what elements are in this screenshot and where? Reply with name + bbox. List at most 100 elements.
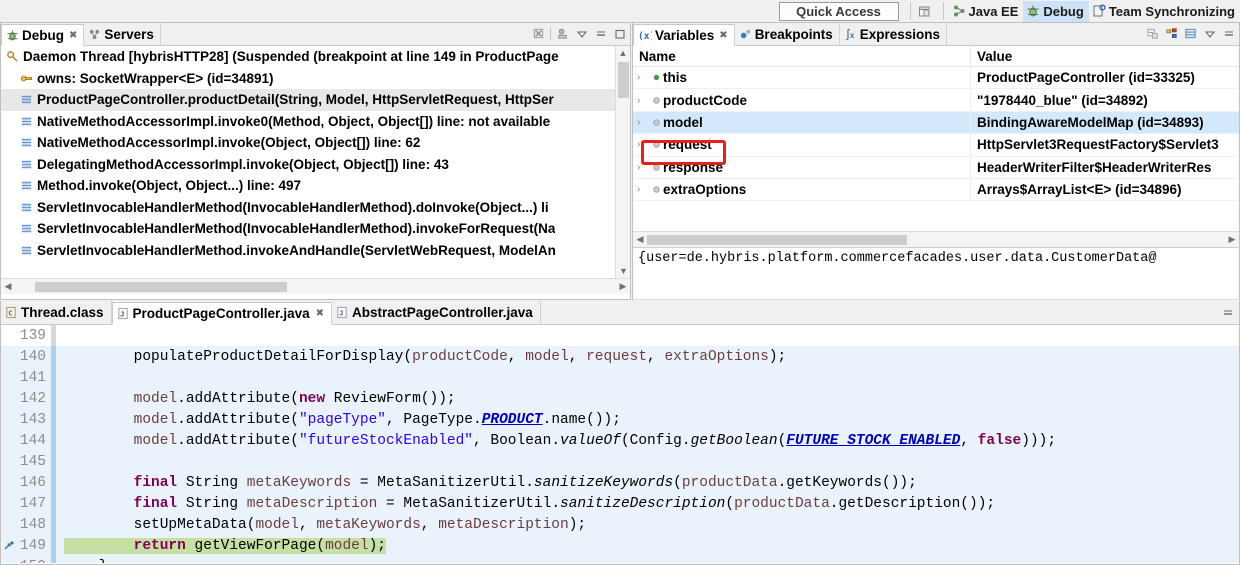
remove-all-terminated-icon[interactable] bbox=[531, 26, 546, 41]
hscroll-thumb[interactable] bbox=[35, 282, 287, 292]
variable-value-model[interactable]: BindingAwareModelMap (id=34893) bbox=[971, 112, 1239, 133]
tree-row-frame-3[interactable]: DelegatingMethodAccessorImpl.invoke(Obje… bbox=[1, 154, 630, 176]
minimize-icon[interactable] bbox=[593, 26, 608, 41]
token: return bbox=[133, 537, 186, 554]
scroll-right-arrow-icon[interactable]: ▶ bbox=[616, 281, 630, 292]
token: ); bbox=[768, 348, 787, 365]
variable-name-cell[interactable]: › request bbox=[633, 134, 971, 156]
view-menu-icon[interactable] bbox=[1202, 26, 1217, 41]
token: ))); bbox=[1021, 432, 1057, 449]
perspective-team-synchronizing[interactable]: Team Synchronizing bbox=[1089, 1, 1240, 22]
code-line-143[interactable]: 143 model.addAttribute("pageType", PageT… bbox=[1, 409, 1239, 430]
scroll-right-arrow-icon[interactable]: ▶ bbox=[1225, 234, 1239, 245]
code-line-145[interactable]: 145 bbox=[1, 451, 1239, 472]
tab-debug[interactable]: Debug ✖ bbox=[1, 24, 85, 46]
tree-row-frame-4[interactable]: Method.invoke(Object, Object...) line: 4… bbox=[1, 175, 630, 197]
perspective-java-ee[interactable]: Java EE bbox=[949, 1, 1024, 22]
expand-arrow-icon[interactable]: › bbox=[637, 117, 649, 128]
tree-row-frame-5[interactable]: ServletInvocableHandlerMethod(InvocableH… bbox=[1, 197, 630, 219]
variable-row-extraOptions[interactable]: › extraOptions Arrays$ArrayList<E> (id=3… bbox=[633, 178, 1239, 202]
variable-name-cell[interactable]: › extraOptions bbox=[633, 178, 971, 201]
tab-breakpoints[interactable]: Breakpoints bbox=[735, 23, 840, 45]
tree-row-frame-2[interactable]: NativeMethodAccessorImpl.invoke(Object, … bbox=[1, 132, 630, 154]
editor-tab-close-icon[interactable]: ✖ bbox=[316, 308, 324, 319]
variable-value-request[interactable]: HttpServlet3RequestFactory$Servlet3 bbox=[971, 134, 1239, 155]
tree-row-frame-1[interactable]: NativeMethodAccessorImpl.invoke0(Method,… bbox=[1, 111, 630, 133]
editor-minimize-icon[interactable] bbox=[1221, 306, 1235, 320]
tab-variables-close-icon[interactable]: ✖ bbox=[719, 30, 727, 41]
variable-value-productCode[interactable]: "1978440_blue" (id=34892) bbox=[971, 89, 1239, 110]
collapse-all-icon[interactable] bbox=[1145, 26, 1160, 41]
column-header-name[interactable]: Name bbox=[633, 46, 971, 66]
debug-tree-horizontal-scrollbar[interactable]: ◀ ▶ bbox=[1, 278, 630, 294]
tree-row-frame-7[interactable]: ServletInvocableHandlerMethod.invokeAndH… bbox=[1, 240, 630, 262]
scroll-down-arrow-icon[interactable]: ▼ bbox=[616, 264, 630, 278]
variable-row-request[interactable]: › request HttpServlet3RequestFactory$Ser… bbox=[633, 134, 1239, 157]
editor-tab-thread-class-label: Thread.class bbox=[21, 305, 104, 320]
scroll-left-arrow-icon[interactable]: ◀ bbox=[1, 281, 15, 292]
java-file-icon: J bbox=[336, 306, 349, 319]
debug-stack-tree[interactable]: Daemon Thread [hybrisHTTP28] (Suspended … bbox=[1, 46, 630, 278]
code-line-147[interactable]: 147 final String metaDescription = MetaS… bbox=[1, 493, 1239, 514]
tree-row-frame-6[interactable]: ServletInvocableHandlerMethod(InvocableH… bbox=[1, 218, 630, 240]
open-perspective-icon[interactable] bbox=[916, 2, 934, 20]
minimize-icon[interactable] bbox=[1221, 26, 1236, 41]
variable-row-this[interactable]: › this ProductPageController (id=33325) bbox=[633, 67, 1239, 90]
code-line-146[interactable]: 146 final String metaKeywords = MetaSani… bbox=[1, 472, 1239, 493]
variable-name-cell[interactable]: › productCode bbox=[633, 89, 971, 111]
view-menu-icon[interactable] bbox=[574, 26, 589, 41]
editor-tab-thread-class[interactable]: C Thread.class bbox=[1, 301, 112, 324]
code-line-150[interactable]: 150 } bbox=[1, 556, 1239, 563]
class-file-icon: C bbox=[5, 306, 18, 319]
token: new bbox=[298, 390, 326, 407]
tree-row-monitor[interactable]: owns: SocketWrapper<E> (id=34891) bbox=[1, 68, 630, 90]
hscroll-thumb[interactable] bbox=[647, 235, 907, 245]
variable-name-cell[interactable]: › response bbox=[633, 156, 971, 178]
variable-value-this[interactable]: ProductPageController (id=33325) bbox=[971, 67, 1239, 88]
code-line-149[interactable]: 149 return getViewForPage(model); bbox=[1, 535, 1239, 556]
scroll-left-arrow-icon[interactable]: ◀ bbox=[633, 234, 647, 245]
expand-arrow-icon[interactable]: › bbox=[637, 72, 649, 83]
code-editor-area[interactable]: 139 140 populateProductDetailForDisplay(p… bbox=[1, 325, 1239, 563]
variable-value-extraOptions[interactable]: Arrays$ArrayList<E> (id=34896) bbox=[971, 179, 1239, 200]
token: "pageType" bbox=[298, 411, 386, 428]
tab-expressions[interactable]: ∫ x Expressions bbox=[840, 23, 948, 45]
tab-servers[interactable]: Servers bbox=[84, 23, 161, 45]
code-line-140[interactable]: 140 populateProductDetailForDisplay(prod… bbox=[1, 346, 1239, 367]
tree-row-thread[interactable]: Daemon Thread [hybrisHTTP28] (Suspended … bbox=[1, 46, 630, 68]
code-line-141[interactable]: 141 bbox=[1, 367, 1239, 388]
code-line-148[interactable]: 148 setUpMetaData(model, metaKeywords, m… bbox=[1, 514, 1239, 535]
token: (Config. bbox=[620, 432, 691, 449]
editor-tab-productpagecontroller[interactable]: J ProductPageController.java ✖ bbox=[111, 302, 332, 325]
quick-access-field[interactable]: Quick Access bbox=[778, 1, 899, 21]
variable-row-productCode[interactable]: › productCode "1978440_blue" (id=34892) bbox=[633, 89, 1239, 112]
variables-table[interactable]: Name Value › this ProductPageController … bbox=[633, 46, 1239, 231]
code-line-142[interactable]: 142 model.addAttribute(new ReviewForm())… bbox=[1, 388, 1239, 409]
perspective-debug[interactable]: Debug bbox=[1023, 0, 1089, 22]
layout-icon[interactable] bbox=[1183, 26, 1198, 41]
variable-value-response[interactable]: HeaderWriterFilter$HeaderWriterRes bbox=[971, 157, 1239, 178]
drop-to-frame-icon[interactable] bbox=[555, 26, 570, 41]
tree-row-frame-0[interactable]: ProductPageController.productDetail(Stri… bbox=[1, 89, 630, 111]
maximize-icon[interactable] bbox=[612, 26, 627, 41]
editor-tab-abstractpagecontroller[interactable]: J AbstractPageController.java bbox=[332, 301, 541, 324]
tab-debug-close-icon[interactable]: ✖ bbox=[69, 30, 77, 41]
code-line-139[interactable]: 139 bbox=[1, 325, 1239, 346]
tab-variables[interactable]: (x) Variables ✖ bbox=[633, 24, 735, 46]
column-header-value[interactable]: Value bbox=[971, 46, 1239, 66]
code-line-144[interactable]: 144 model.addAttribute("futureStockEnabl… bbox=[1, 430, 1239, 451]
variable-name-cell[interactable]: › model bbox=[633, 111, 971, 134]
scroll-thumb[interactable] bbox=[618, 62, 629, 98]
variable-row-response[interactable]: › response HeaderWriterFilter$HeaderWrit… bbox=[633, 156, 1239, 179]
variable-name-cell[interactable]: › this bbox=[633, 67, 971, 89]
show-logical-structure-icon[interactable] bbox=[1164, 26, 1179, 41]
scroll-up-arrow-icon[interactable]: ▲ bbox=[616, 46, 630, 60]
variable-row-model[interactable]: › model BindingAwareModelMap (id=34893) bbox=[633, 111, 1239, 135]
expand-arrow-icon[interactable]: › bbox=[637, 184, 649, 195]
expand-arrow-icon[interactable]: › bbox=[637, 162, 649, 173]
variables-horizontal-scrollbar[interactable]: ◀ ▶ bbox=[633, 231, 1239, 247]
expand-arrow-icon[interactable]: › bbox=[637, 95, 649, 106]
instruction-pointer-icon[interactable] bbox=[1, 540, 17, 552]
debug-tree-vertical-scrollbar[interactable]: ▲ ▼ bbox=[615, 46, 630, 278]
expand-arrow-icon[interactable]: › bbox=[637, 139, 649, 150]
